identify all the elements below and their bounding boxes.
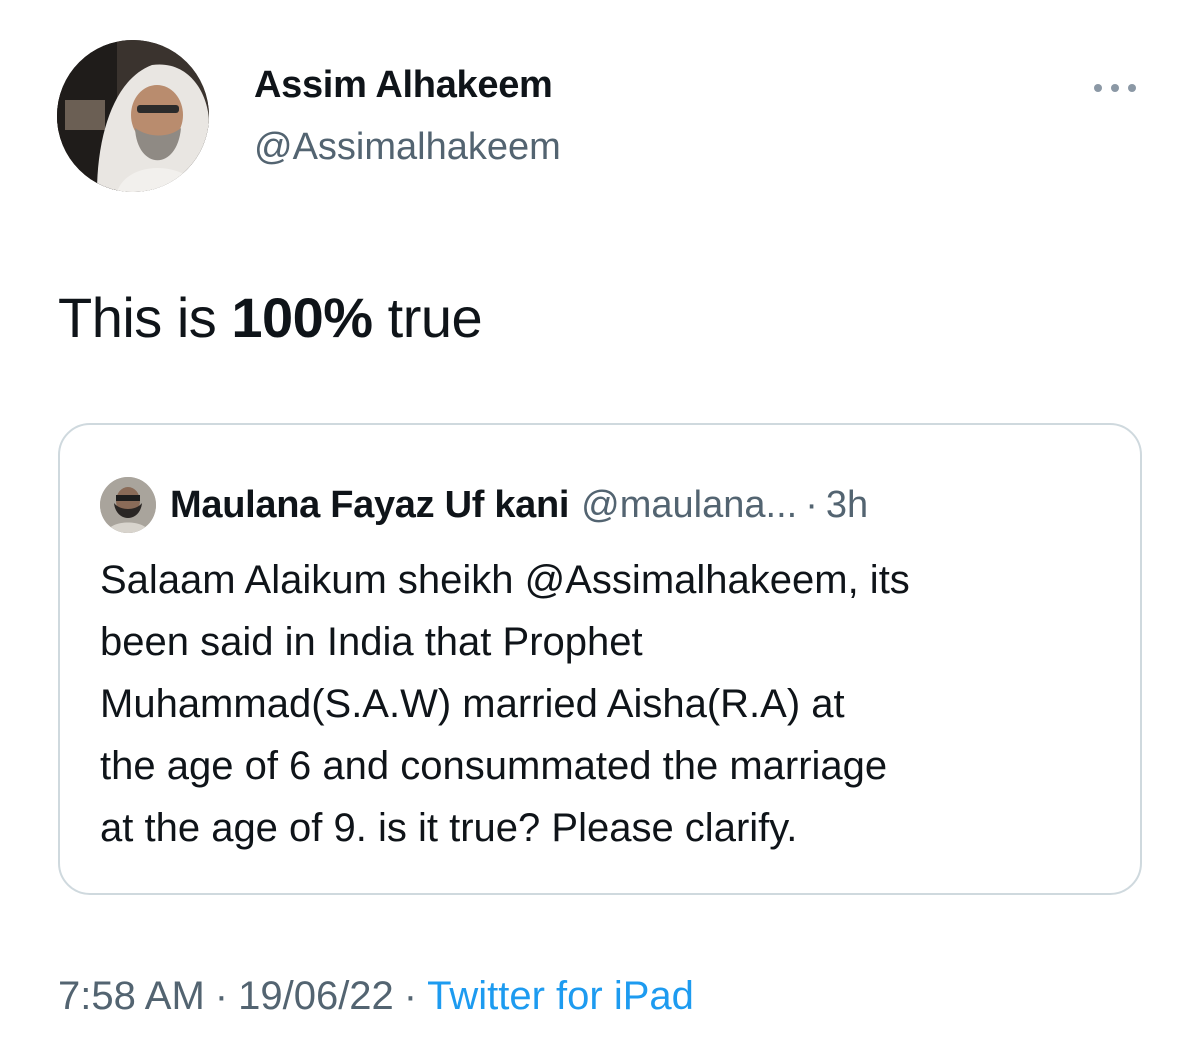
- author-avatar[interactable]: [57, 40, 209, 192]
- tweet-time[interactable]: 7:58 AM: [58, 974, 205, 1018]
- quoted-author-avatar[interactable]: [100, 477, 156, 533]
- quoted-body-line: at the age of 9. is it true? Please clar…: [100, 806, 798, 850]
- quoted-body-line: Muhammad(S.A.W) married Aisha(R.A) at: [100, 682, 845, 726]
- tweet-text-before: This is: [58, 286, 232, 349]
- meta-separator: ·: [214, 974, 229, 1018]
- tweet-source-link[interactable]: Twitter for iPad: [427, 974, 694, 1018]
- tweet-text-bold: 100%: [231, 286, 373, 349]
- tweet-date[interactable]: 19/06/22: [238, 974, 394, 1018]
- quoted-tweet-body: Salaam Alaikum sheikh @Assimalhakeem, it…: [100, 549, 1110, 859]
- more-options-button[interactable]: [1090, 74, 1140, 102]
- more-dots-icon: [1128, 84, 1136, 92]
- more-dots-icon: [1094, 84, 1102, 92]
- quoted-tweet-card[interactable]: Maulana Fayaz Uf kani @maulana... · 3h S…: [58, 423, 1142, 895]
- more-dots-icon: [1111, 84, 1119, 92]
- quoted-timestamp[interactable]: 3h: [826, 484, 868, 527]
- quoted-tweet-header: Maulana Fayaz Uf kani @maulana... · 3h: [100, 477, 868, 533]
- tweet-meta: 7:58 AM · 19/06/22 · Twitter for iPad: [58, 974, 694, 1019]
- quoted-author-name[interactable]: Maulana Fayaz Uf kani: [170, 484, 569, 527]
- quoted-body-line: been said in India that Prophet: [100, 620, 643, 664]
- author-name[interactable]: Assim Alhakeem: [254, 64, 553, 107]
- quoted-body-line: Salaam Alaikum sheikh @Assimalhakeem, it…: [100, 558, 910, 602]
- quoted-author-handle[interactable]: @maulana...: [581, 484, 797, 527]
- meta-separator: ·: [403, 974, 418, 1018]
- tweet-text-after: true: [372, 286, 483, 349]
- author-handle[interactable]: @Assimalhakeem: [254, 126, 561, 169]
- quoted-separator: ·: [805, 483, 818, 526]
- quoted-body-line: the age of 6 and consummated the marriag…: [100, 744, 888, 788]
- tweet-text: This is 100% true: [58, 284, 483, 351]
